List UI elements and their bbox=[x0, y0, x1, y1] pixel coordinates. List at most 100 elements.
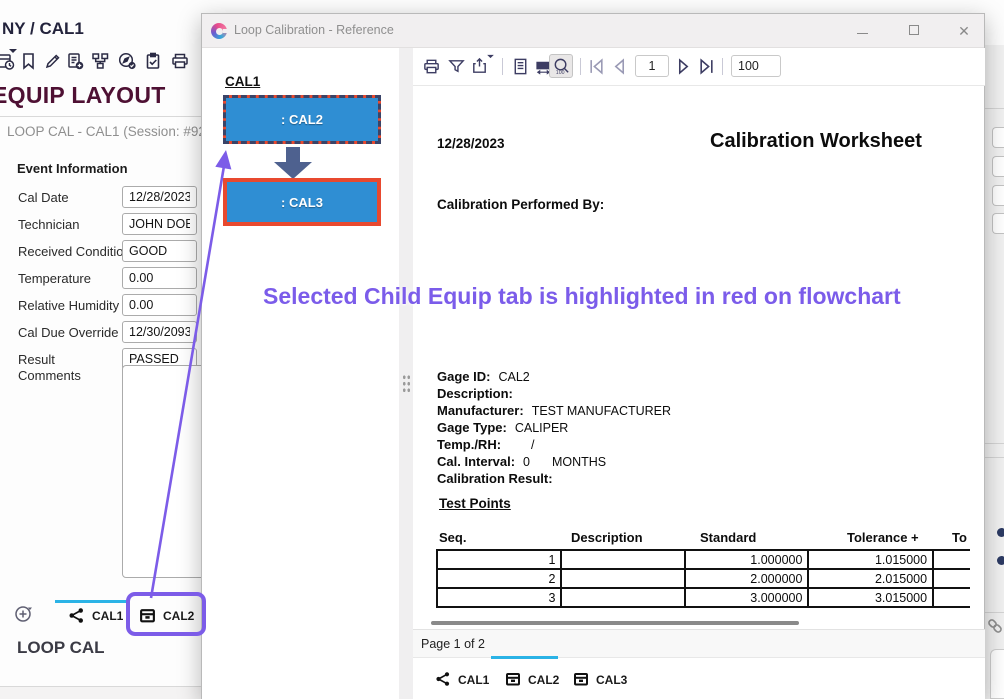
page-number-input[interactable] bbox=[635, 55, 669, 77]
first-page-icon[interactable] bbox=[588, 58, 605, 75]
annotation-tab-highlight bbox=[126, 592, 206, 636]
cut-icon bbox=[997, 528, 1004, 537]
technician-input[interactable] bbox=[122, 213, 197, 235]
report-date: 12/28/2023 bbox=[437, 136, 505, 151]
node-label: : CAL3 bbox=[281, 195, 323, 210]
table-row: 2 2.000000 2.015000 bbox=[437, 569, 970, 588]
cut-input-field[interactable] bbox=[992, 127, 1004, 148]
cell-description bbox=[561, 588, 684, 607]
filter-icon[interactable] bbox=[447, 57, 466, 76]
flowchart-node-cal2[interactable]: : CAL2 bbox=[223, 95, 381, 144]
report-field: Description: bbox=[437, 386, 521, 401]
close-window-button[interactable]: ✕ bbox=[949, 21, 979, 41]
zoom-level-input[interactable] bbox=[731, 55, 781, 77]
maximize-button[interactable] bbox=[899, 21, 929, 41]
dropdown-caret-icon[interactable] bbox=[487, 54, 494, 59]
annotation-text: Selected Child Equip tab is highlighted … bbox=[263, 283, 901, 310]
schedule-icon[interactable] bbox=[0, 51, 15, 71]
dialog-tab-bar: CAL1 CAL2 CAL3 bbox=[413, 657, 985, 699]
cell-cut bbox=[933, 550, 970, 569]
form-row: Cal Date bbox=[18, 186, 203, 208]
report-field: Manufacturer:TEST MANUFACTURER bbox=[437, 403, 671, 418]
splitter-grip-icon bbox=[402, 374, 411, 394]
cut-icon bbox=[997, 556, 1004, 565]
svg-text:100: 100 bbox=[556, 70, 565, 76]
table-row: 1 1.000000 1.015000 bbox=[437, 550, 970, 569]
report-title: Calibration Worksheet bbox=[710, 130, 922, 153]
export-icon[interactable] bbox=[470, 57, 489, 76]
report-field: Gage ID:CAL2 bbox=[437, 369, 530, 384]
dialog-title: Loop Calibration - Reference bbox=[234, 23, 394, 37]
test-points-heading: Test Points bbox=[439, 496, 511, 511]
flowchart-root-label[interactable]: CAL1 bbox=[225, 74, 260, 89]
cal-date-input[interactable] bbox=[122, 186, 197, 208]
cell-description bbox=[561, 569, 684, 588]
cut-input-field[interactable] bbox=[992, 156, 1004, 177]
last-page-icon[interactable] bbox=[698, 58, 715, 75]
tab-cal2[interactable]: CAL2 bbox=[497, 666, 559, 696]
cell-cut bbox=[933, 588, 970, 607]
temperature-input[interactable] bbox=[122, 267, 197, 289]
right-edge-panel bbox=[985, 45, 1004, 699]
horizontal-scrollbar[interactable] bbox=[431, 621, 799, 625]
divider bbox=[985, 108, 1004, 109]
form-row: Temperature bbox=[18, 267, 203, 289]
flowchart-node-cal3[interactable]: : CAL3 bbox=[223, 178, 381, 226]
tab-cal3[interactable]: CAL3 bbox=[565, 666, 627, 696]
divider bbox=[985, 457, 1004, 458]
column-header: To bbox=[952, 530, 967, 545]
field-label: Technician bbox=[18, 217, 79, 232]
panel-splitter[interactable] bbox=[399, 48, 413, 699]
section-title: Event Information bbox=[17, 161, 128, 176]
cell-description bbox=[561, 550, 684, 569]
separator bbox=[502, 58, 503, 75]
document-add-icon[interactable] bbox=[65, 51, 85, 71]
bottom-strip bbox=[0, 686, 201, 699]
page-title: EQUIP LAYOUT bbox=[0, 82, 166, 109]
separator bbox=[580, 58, 581, 75]
received-condition-input[interactable] bbox=[122, 240, 197, 262]
loop-calibration-dialog: Loop Calibration - Reference ✕ CAL1 : CA… bbox=[201, 13, 985, 699]
cut-input-field[interactable] bbox=[992, 213, 1004, 234]
cell-standard: 1.000000 bbox=[685, 550, 809, 569]
field-label: Comments bbox=[18, 368, 81, 383]
dialog-titlebar[interactable]: Loop Calibration - Reference ✕ bbox=[202, 14, 984, 48]
cell-cut bbox=[933, 569, 970, 588]
next-page-icon[interactable] bbox=[675, 58, 692, 75]
tab-cal1[interactable]: CAL1 bbox=[55, 603, 129, 636]
performed-by-label: Calibration Performed By: bbox=[437, 197, 604, 212]
workflow-icon[interactable] bbox=[90, 51, 110, 71]
comments-textarea[interactable] bbox=[122, 365, 202, 578]
bookmark-icon[interactable] bbox=[18, 51, 38, 71]
active-tab-indicator bbox=[491, 656, 558, 659]
screen: NY / CAL1 EQUIP LAYOUT LOOP CAL - CAL1 (… bbox=[0, 0, 1004, 699]
tab-label: CAL3 bbox=[596, 673, 627, 687]
page-status: Page 1 of 2 bbox=[421, 637, 485, 651]
cell-standard: 3.000000 bbox=[685, 588, 809, 607]
table-row: 3 3.000000 3.015000 bbox=[437, 588, 970, 607]
previous-page-icon[interactable] bbox=[611, 58, 628, 75]
compass-check-icon[interactable] bbox=[117, 51, 137, 71]
cell-seq: 2 bbox=[437, 569, 561, 588]
edit-icon[interactable] bbox=[43, 51, 63, 71]
tab-label: CAL1 bbox=[92, 609, 123, 623]
add-circle-icon[interactable] bbox=[14, 603, 34, 623]
clipboard-check-icon[interactable] bbox=[143, 51, 163, 71]
column-header: Tolerance + bbox=[847, 530, 919, 545]
dropdown-caret-icon[interactable] bbox=[9, 48, 17, 54]
whole-page-icon[interactable] bbox=[511, 57, 530, 76]
tab-cal1[interactable]: CAL1 bbox=[431, 666, 496, 696]
cell-tolerance-plus: 2.015000 bbox=[808, 569, 933, 588]
report-field: Calibration Result: bbox=[437, 471, 561, 486]
link-icon[interactable] bbox=[986, 617, 1004, 635]
relative-humidity-input[interactable] bbox=[122, 294, 197, 316]
minimize-button[interactable] bbox=[847, 21, 877, 41]
cut-input-field[interactable] bbox=[992, 185, 1004, 206]
cal-due-override-input[interactable] bbox=[122, 321, 197, 343]
zoom-100-icon: 100 bbox=[552, 57, 571, 76]
test-points-table: 1 1.000000 1.015000 2 2.000000 2.015000 bbox=[436, 549, 970, 621]
print-icon[interactable] bbox=[170, 51, 190, 71]
share-icon bbox=[435, 671, 451, 687]
background-toolbar bbox=[0, 48, 200, 78]
print-icon[interactable] bbox=[422, 57, 441, 76]
